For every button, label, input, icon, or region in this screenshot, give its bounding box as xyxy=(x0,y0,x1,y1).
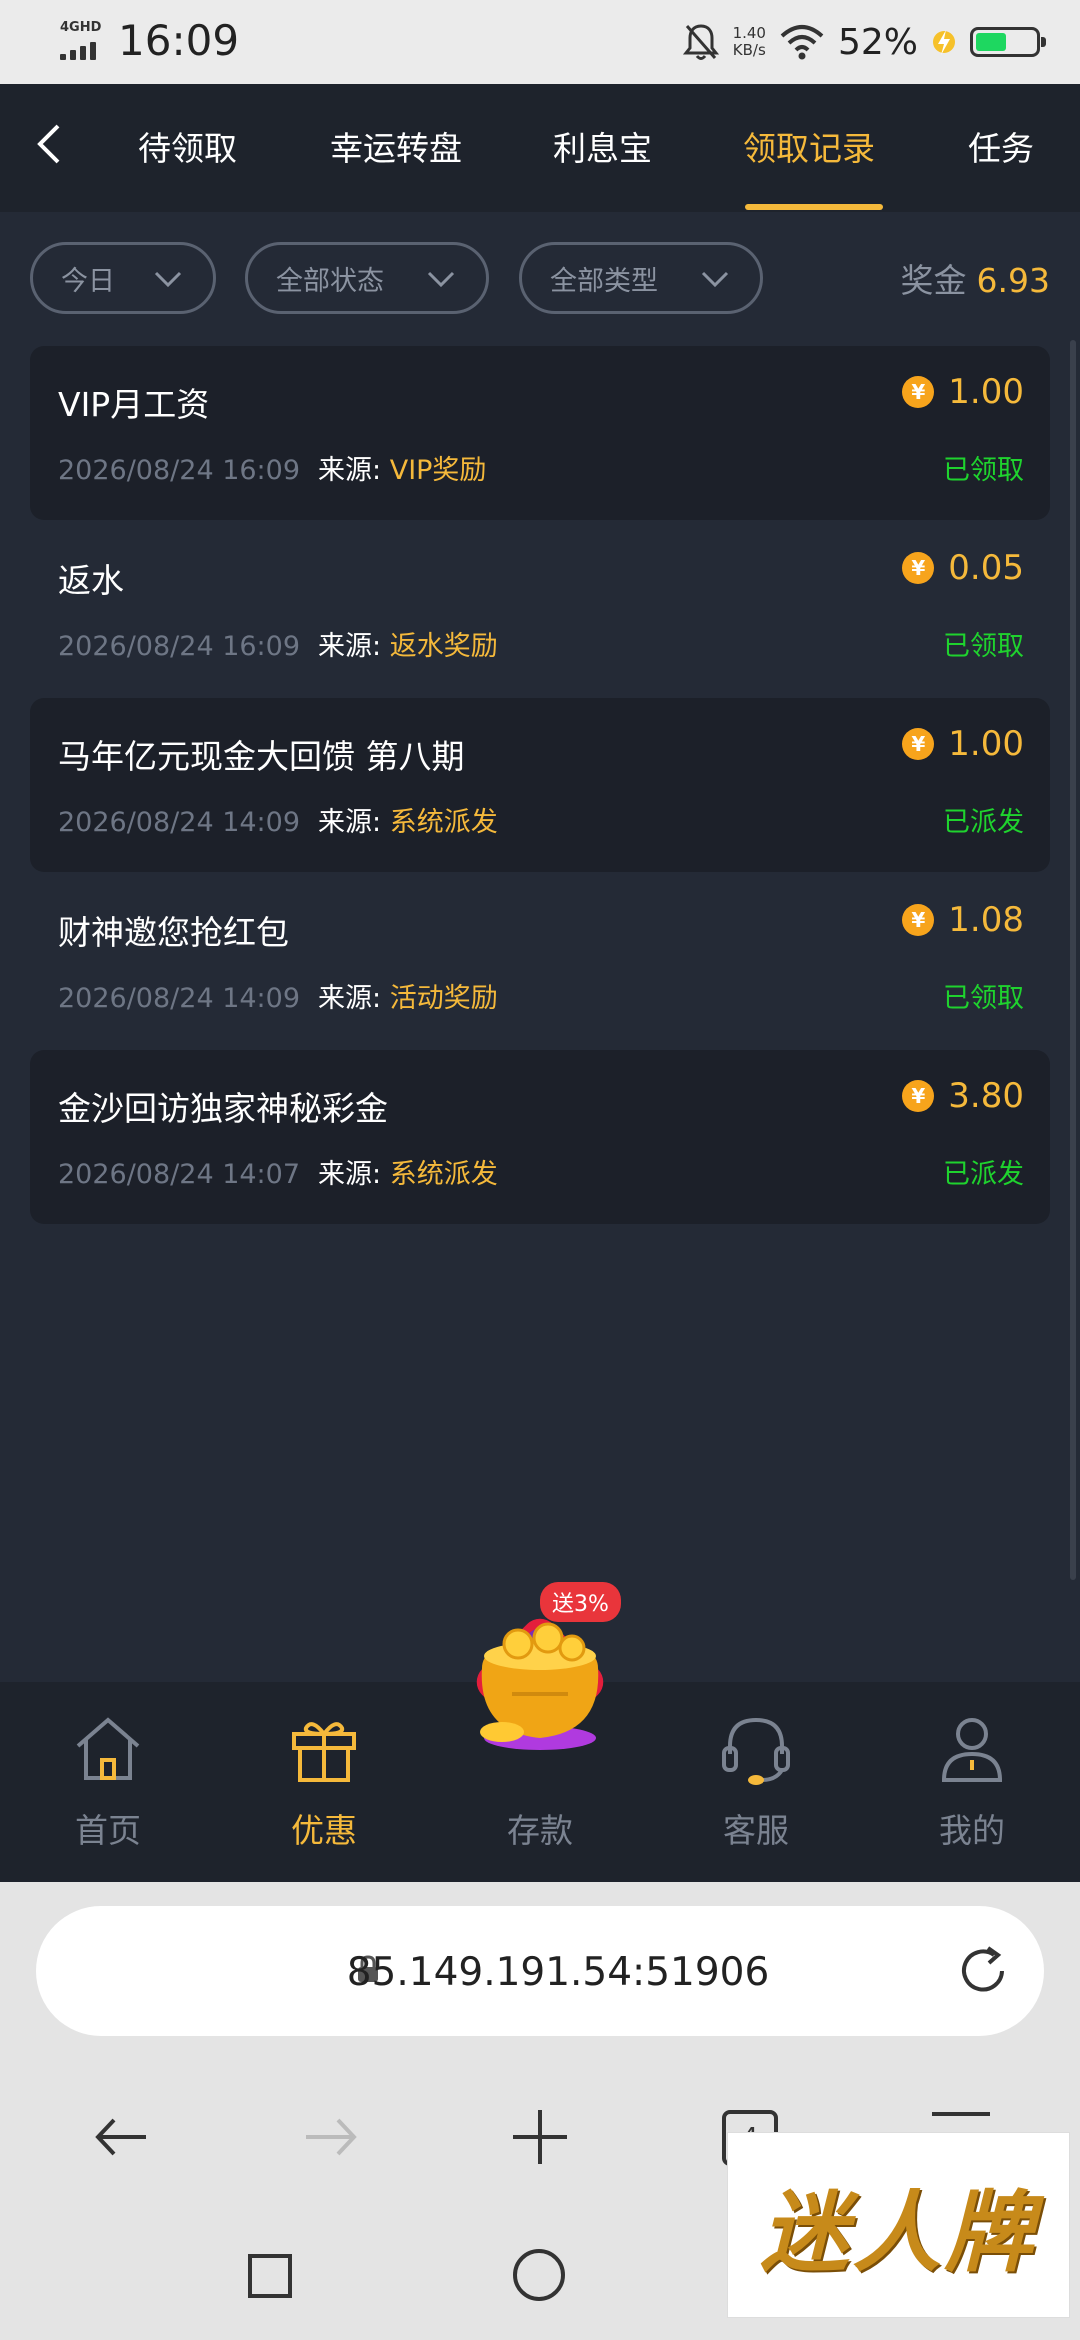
browser-back-icon[interactable] xyxy=(86,2102,156,2172)
top-nav: 待领取 幸运转盘 利息宝 领取记录 任务 xyxy=(0,84,1080,212)
address-bar[interactable]: 85.149.191.54:51906 xyxy=(36,1906,1044,2036)
record-meta: 2026/08/24 16:09 来源: 返水奖励 xyxy=(58,624,498,663)
clock: 16:09 xyxy=(118,16,240,65)
record-source: 系统派发 xyxy=(389,807,498,838)
nav-promotions-label: 优惠 xyxy=(291,1811,357,1850)
record-amount: ¥0.05 xyxy=(902,548,1024,588)
coin-icon: ¥ xyxy=(902,552,935,584)
signal-icon: 4GHD xyxy=(58,18,108,62)
record-status: 已派发 xyxy=(943,807,1024,838)
network-speed: 1.40 KB/s xyxy=(732,24,766,59)
record-source: 活动奖励 xyxy=(389,983,498,1014)
tab-pending[interactable]: 待领取 xyxy=(138,122,237,170)
coin-icon: ¥ xyxy=(902,904,935,936)
record-row[interactable]: 返水 ¥0.05 2026/08/24 16:09 来源: 返水奖励 已领取 xyxy=(30,522,1050,696)
record-title: 金沙回访独家神秘彩金 xyxy=(58,1089,388,1128)
record-meta: 2026/08/24 14:09 来源: 系统派发 xyxy=(58,800,498,839)
type-filter-label: 全部类型 xyxy=(550,265,658,297)
back-arrow-icon[interactable] xyxy=(20,114,80,174)
status-filter-label: 全部状态 xyxy=(276,265,384,297)
record-row[interactable]: 金沙回访独家神秘彩金 ¥3.80 2026/08/24 14:07 来源: 系统派… xyxy=(30,1050,1050,1224)
record-source: VIP奖励 xyxy=(389,455,487,486)
record-source-label: 来源: xyxy=(318,983,382,1014)
date-filter-label: 今日 xyxy=(61,265,115,297)
bell-muted-icon xyxy=(682,24,719,60)
nav-support-label: 客服 xyxy=(723,1811,789,1850)
record-source-label: 来源: xyxy=(318,631,382,662)
record-source: 返水奖励 xyxy=(389,631,498,662)
record-status: 已领取 xyxy=(943,455,1024,486)
tab-interest[interactable]: 利息宝 xyxy=(553,122,652,170)
gift-icon xyxy=(292,1722,356,1782)
record-row[interactable]: 马年亿元现金大回馈 第八期 ¥1.00 2026/08/24 14:09 来源: … xyxy=(30,698,1050,872)
headset-icon xyxy=(722,1717,790,1785)
bonus-label: 奖金 xyxy=(900,261,967,300)
wifi-icon xyxy=(780,25,824,60)
battery-icon xyxy=(970,27,1046,57)
active-tab-indicator xyxy=(745,204,883,210)
nav-support[interactable]: 客服 xyxy=(666,1682,846,1882)
chevron-down-icon xyxy=(154,271,182,288)
coin-icon: ¥ xyxy=(902,1080,935,1112)
record-source-label: 来源: xyxy=(318,807,382,838)
nav-promotions[interactable]: 优惠 xyxy=(234,1682,414,1882)
nav-profile-label: 我的 xyxy=(939,1811,1005,1850)
record-source: 系统派发 xyxy=(389,1159,498,1190)
record-date: 2026/08/24 16:09 xyxy=(58,455,301,486)
record-title: 财神邀您抢红包 xyxy=(58,913,289,952)
record-date: 2026/08/24 14:09 xyxy=(58,983,301,1014)
record-title: 马年亿元现金大回馈 第八期 xyxy=(58,737,465,776)
battery-percent: 52% xyxy=(837,21,918,63)
home-icon xyxy=(76,1717,140,1780)
record-date: 2026/08/24 16:09 xyxy=(58,631,301,662)
type-filter[interactable]: 全部类型 xyxy=(519,242,763,314)
record-meta: 2026/08/24 16:09 来源: VIP奖励 xyxy=(58,448,486,487)
status-bar: 4GHD 16:09 1.40 KB/s 52% xyxy=(0,0,1080,84)
nav-home[interactable]: 首页 xyxy=(18,1682,198,1882)
browser-forward-icon[interactable] xyxy=(296,2102,366,2172)
deposit-bonus-badge: 送3% xyxy=(540,1582,621,1622)
new-tab-icon[interactable] xyxy=(505,2102,575,2172)
chevron-down-icon xyxy=(427,271,455,288)
record-status: 已领取 xyxy=(943,983,1024,1014)
record-source-label: 来源: xyxy=(318,455,382,486)
record-title: VIP月工资 xyxy=(58,385,210,424)
record-status: 已领取 xyxy=(943,631,1024,662)
record-meta: 2026/08/24 14:09 来源: 活动奖励 xyxy=(58,976,498,1015)
coin-icon: ¥ xyxy=(902,376,935,408)
status-filter[interactable]: 全部状态 xyxy=(245,242,489,314)
recent-apps-icon[interactable] xyxy=(246,2252,294,2300)
record-meta: 2026/08/24 14:07 来源: 系统派发 xyxy=(58,1152,498,1191)
tab-lucky-wheel[interactable]: 幸运转盘 xyxy=(330,122,462,170)
scrollbar[interactable] xyxy=(1070,340,1076,1580)
record-amount: ¥3.80 xyxy=(902,1076,1024,1116)
charging-icon xyxy=(933,30,955,55)
user-icon xyxy=(941,1718,1003,1782)
tab-claim-records[interactable]: 领取记录 xyxy=(743,122,875,170)
coin-icon: ¥ xyxy=(902,728,935,760)
record-row[interactable]: VIP月工资 ¥1.00 2026/08/24 16:09 来源: VIP奖励 已… xyxy=(30,346,1050,520)
watermark-logo: 迷人牌 xyxy=(727,2132,1070,2318)
nav-profile[interactable]: 我的 xyxy=(882,1682,1062,1882)
record-title: 返水 xyxy=(58,561,124,600)
chevron-down-icon xyxy=(701,271,729,288)
network-type: 4GHD xyxy=(60,20,102,35)
record-date: 2026/08/24 14:09 xyxy=(58,807,301,838)
record-status: 已派发 xyxy=(943,1159,1024,1190)
record-date: 2026/08/24 14:07 xyxy=(58,1159,301,1190)
url-text: 85.149.191.54:51906 xyxy=(346,1950,770,1995)
date-filter[interactable]: 今日 xyxy=(30,242,216,314)
home-button-icon[interactable] xyxy=(512,2248,566,2302)
record-source-label: 来源: xyxy=(318,1159,382,1190)
record-amount: ¥1.00 xyxy=(902,724,1024,764)
nav-home-label: 首页 xyxy=(75,1811,141,1850)
record-row[interactable]: 财神邀您抢红包 ¥1.08 2026/08/24 14:09 来源: 活动奖励 已… xyxy=(30,874,1050,1048)
nav-deposit-label: 存款 xyxy=(507,1811,573,1850)
record-amount: ¥1.00 xyxy=(902,372,1024,412)
reload-icon[interactable] xyxy=(954,1942,1012,2000)
bonus-total: 奖金 6.93 xyxy=(901,254,1050,302)
bonus-amount: 6.93 xyxy=(976,261,1050,300)
record-amount: ¥1.08 xyxy=(902,900,1024,940)
tab-tasks[interactable]: 任务 xyxy=(968,122,1034,170)
